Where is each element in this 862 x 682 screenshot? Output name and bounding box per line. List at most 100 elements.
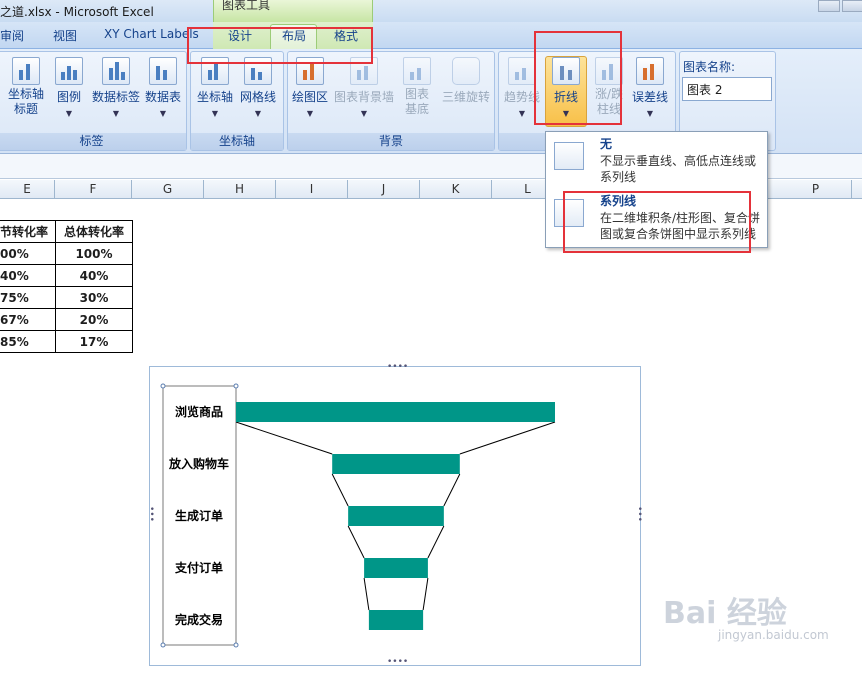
column-header-f[interactable]: F [55, 180, 132, 199]
table-header-cell[interactable]: 节转化率 [0, 220, 56, 243]
baidu-watermark: Bai 经验 jingyan.baidu.com [663, 588, 829, 642]
category-tick-label: 生成订单 [175, 508, 223, 523]
column-header-j[interactable]: J [348, 180, 420, 199]
axis-title-icon [12, 57, 40, 85]
chart-floor-icon [403, 57, 431, 85]
title-bar: 图表工具 之道.xlsx - Microsoft Excel [0, 0, 862, 22]
ribbon-tab-bar: 审阅 视图 XY Chart Labels 设计 布局 格式 [0, 22, 862, 50]
funnel-bar[interactable] [348, 506, 444, 526]
chart-tools-context-group: 图表工具 [213, 0, 373, 22]
category-tick-label: 浏览商品 [175, 404, 223, 419]
lines-option-none-title: 无 [600, 137, 613, 151]
column-header-i[interactable]: I [276, 180, 348, 199]
plot-area-button[interactable]: 绘图区 ▼ [290, 57, 330, 119]
table-cell[interactable]: 17% [55, 330, 133, 353]
data-table-label: 数据表 [144, 90, 181, 104]
column-header-k[interactable]: K [420, 180, 492, 199]
table-cell[interactable]: 67% [0, 308, 56, 331]
column-header-p[interactable]: P [780, 180, 852, 199]
group-background-label: 背景 [288, 133, 494, 150]
data-labels-icon [102, 57, 130, 85]
funnel-bar[interactable] [332, 454, 460, 474]
chart-name-label: 图表名称: [683, 60, 736, 74]
data-labels-button[interactable]: 数据标签 ▼ [90, 57, 142, 119]
chart-wall-chevron-down-icon: ▼ [360, 109, 368, 118]
chart-floor-button[interactable]: 图表基底 [398, 57, 436, 117]
series-line[interactable] [427, 525, 445, 559]
lines-option-none-description: 不显示垂直线、高低点连线或系列线 [600, 154, 757, 184]
watermark-url: jingyan.baidu.com [718, 628, 829, 642]
funnel-chart[interactable]: 浏览商品放入购物车生成订单支付订单完成交易 [149, 366, 641, 666]
data-table-chevron-down-icon: ▼ [159, 109, 167, 118]
3d-rotation-button[interactable]: 三维旋转 [440, 57, 492, 105]
table-cell[interactable]: 100% [55, 242, 133, 265]
column-header-h[interactable]: H [204, 180, 276, 199]
series-line[interactable] [363, 577, 370, 611]
series-line[interactable] [235, 421, 333, 455]
axes-chevron-down-icon: ▼ [211, 109, 219, 118]
gridlines-button[interactable]: 网格线 ▼ [237, 57, 279, 119]
chart-floor-label: 图表基底 [404, 87, 429, 116]
conversion-table: 节转化率 总体转化率 00% 100% 40% 40% 75% 30% 67% … [0, 220, 133, 353]
data-table-button[interactable]: 数据表 ▼ [143, 57, 183, 119]
table-cell[interactable]: 20% [55, 308, 133, 331]
axis-selection-handle[interactable] [160, 642, 166, 648]
legend-button[interactable]: 图例 ▼ [52, 57, 86, 119]
error-bars-label: 误差线 [631, 90, 668, 104]
group-labels-label: 标签 [0, 133, 186, 150]
series-line[interactable] [443, 473, 461, 507]
funnel-bar[interactable] [364, 558, 428, 578]
series-line[interactable] [459, 421, 556, 455]
tab-xy-chart-labels[interactable]: XY Chart Labels [104, 27, 199, 41]
error-bars-icon [636, 57, 664, 85]
3d-rotation-icon [452, 57, 480, 85]
axes-button[interactable]: 坐标轴 ▼ [195, 57, 235, 119]
3d-rotation-label: 三维旋转 [441, 90, 490, 104]
series-line[interactable] [422, 577, 429, 611]
chart-name-input[interactable] [682, 77, 772, 101]
table-row: 00% 100% [0, 242, 133, 265]
category-tick-label: 完成交易 [175, 612, 223, 627]
minimize-button[interactable] [818, 0, 840, 12]
series-line[interactable] [347, 525, 365, 559]
chart-tools-label: 图表工具 [222, 0, 271, 12]
axis-title-label: 坐标轴标题 [7, 87, 44, 116]
trendline-chevron-down-icon: ▼ [518, 109, 526, 118]
legend-icon [55, 57, 83, 85]
funnel-bar[interactable] [236, 402, 555, 422]
tab-review[interactable]: 审阅 [0, 27, 24, 44]
window-title: 之道.xlsx - Microsoft Excel [0, 5, 154, 19]
error-bars-chevron-down-icon: ▼ [646, 109, 654, 118]
axis-title-button[interactable]: 坐标轴标题 [4, 57, 48, 117]
table-cell[interactable]: 75% [0, 286, 56, 309]
plot-area-chevron-down-icon: ▼ [306, 109, 314, 118]
category-tick-label: 支付订单 [174, 560, 223, 575]
lines-option-none[interactable]: 无 不显示垂直线、高低点连线或系列线 [546, 132, 767, 188]
data-table-icon [149, 57, 177, 85]
tab-view[interactable]: 视图 [53, 27, 77, 44]
table-row: 85% 17% [0, 330, 133, 353]
maximize-button[interactable] [842, 0, 862, 12]
funnel-bar[interactable] [368, 610, 424, 630]
column-header-e[interactable]: E [0, 180, 55, 199]
series-line[interactable] [331, 473, 349, 507]
table-cell[interactable]: 85% [0, 330, 56, 353]
annotation-box-lines-button [534, 31, 622, 125]
annotation-box-series-lines [563, 191, 751, 253]
data-labels-chevron-down-icon: ▼ [112, 109, 120, 118]
axis-selection-handle[interactable] [233, 642, 239, 648]
error-bars-button[interactable]: 误差线 ▼ [629, 57, 671, 119]
table-cell[interactable]: 30% [55, 286, 133, 309]
axis-selection-handle[interactable] [160, 383, 166, 389]
gridlines-label: 网格线 [239, 90, 276, 104]
data-labels-label: 数据标签 [91, 90, 140, 104]
column-header-g[interactable]: G [132, 180, 204, 199]
chart-wall-button[interactable]: 图表背景墙 ▼ [333, 57, 395, 119]
table-header-cell[interactable]: 总体转化率 [55, 220, 133, 243]
axis-selection-handle[interactable] [233, 383, 239, 389]
table-cell[interactable]: 40% [55, 264, 133, 287]
table-cell[interactable]: 00% [0, 242, 56, 265]
legend-chevron-down-icon: ▼ [65, 109, 73, 118]
chart-wall-label: 图表背景墙 [333, 90, 394, 104]
table-cell[interactable]: 40% [0, 264, 56, 287]
